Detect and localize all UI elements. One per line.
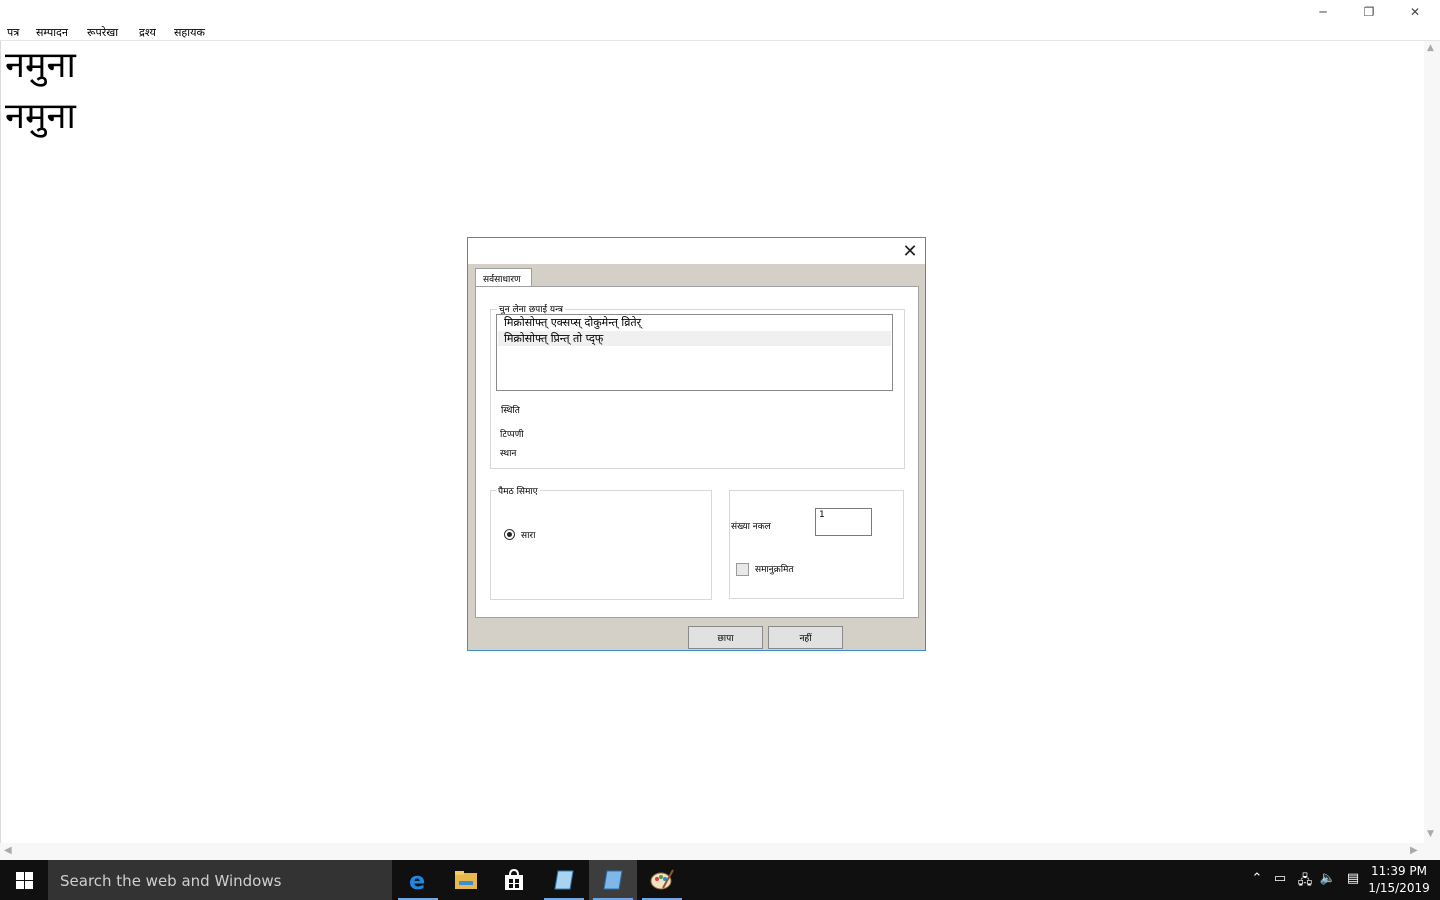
svg-text:e: e xyxy=(409,868,425,892)
store-icon xyxy=(505,869,523,890)
dialog-titlebar: ✕ xyxy=(468,238,925,264)
print-dialog: ✕ सर्वसाधारण चुन लेना छपाई यन्त्र मिक्रो… xyxy=(467,237,926,651)
minimize-button[interactable]: ─ xyxy=(1300,0,1346,23)
taskbar: Search the web and Windows e ⌃ ▭ 🖧 🔈 ▤ 1… xyxy=(0,860,1440,900)
copies-label: संख्या नकल xyxy=(731,522,771,532)
printer-list[interactable]: मिक्रोसोफ्त् एक्सप्स् दोकुमेन्त् व्रितेर… xyxy=(496,314,893,391)
taskbar-notepad[interactable] xyxy=(540,860,588,900)
action-center-icon[interactable]: ▤ xyxy=(1344,871,1362,886)
collate-label: समानुक्रमित xyxy=(755,565,794,575)
taskbar-store[interactable] xyxy=(490,860,538,900)
menu-help[interactable]: सहायक xyxy=(174,25,205,40)
network-icon[interactable]: 🖧 xyxy=(1296,871,1314,893)
menu-file[interactable]: पत्र xyxy=(7,25,19,40)
scroll-left-icon[interactable]: ◀ xyxy=(4,845,12,856)
taskbar-edge[interactable]: e xyxy=(394,860,442,900)
clock-time: 11:39 PM xyxy=(1371,864,1427,878)
notepad-icon xyxy=(554,870,574,890)
scroll-right-icon[interactable]: ▶ xyxy=(1410,845,1418,856)
menu-view[interactable]: द्रश्य xyxy=(139,25,156,40)
scroll-up-icon[interactable]: ▲ xyxy=(1427,43,1434,53)
windows-logo-icon xyxy=(15,871,33,889)
close-window-button[interactable]: ✕ xyxy=(1392,0,1438,23)
editor-icon xyxy=(603,870,623,890)
document-line: नमुना xyxy=(5,96,76,137)
menu-edit[interactable]: सम्पादन xyxy=(36,25,68,40)
page-range-groupbox xyxy=(490,490,712,600)
dialog-close-button[interactable]: ✕ xyxy=(896,238,924,264)
horizontal-scrollbar[interactable]: ◀ ▶ xyxy=(0,843,1440,860)
location-label: स्थान xyxy=(500,449,517,459)
start-button[interactable] xyxy=(0,860,48,900)
vertical-scrollbar[interactable]: ▲ ▼ xyxy=(1424,41,1440,843)
taskbar-editor-active[interactable] xyxy=(589,860,637,900)
edge-icon: e xyxy=(409,868,425,892)
scroll-down-icon[interactable]: ▼ xyxy=(1427,829,1434,839)
status-label: स्थिति xyxy=(501,406,520,416)
all-pages-radio[interactable] xyxy=(504,529,515,540)
printer-list-item[interactable]: मिक्रोसोफ्त् एक्सप्स् दोकुमेन्त् व्रितेर… xyxy=(498,315,891,330)
taskbar-paint[interactable] xyxy=(638,860,686,900)
file-explorer-icon xyxy=(455,871,477,889)
collate-checkbox[interactable] xyxy=(736,563,749,576)
clock-date: 1/15/2019 xyxy=(1368,881,1430,895)
tab-general[interactable]: सर्वसाधारण xyxy=(475,268,532,287)
menu-format[interactable]: रूपरेखा xyxy=(87,25,118,40)
show-hidden-icons-chevron-icon[interactable]: ⌃ xyxy=(1248,871,1266,886)
comment-label: टिप्पणी xyxy=(500,430,524,440)
taskbar-clock[interactable]: 11:39 PM 1/15/2019 xyxy=(1366,863,1432,897)
page-range-label: पैमठ सिमाए xyxy=(496,484,540,497)
copies-groupbox xyxy=(729,490,904,599)
printer-list-item-selected[interactable]: मिक्रोसोफ्त् प्रिन्त् तो प्द्फ् xyxy=(498,331,891,346)
touchpad-icon[interactable]: ▭ xyxy=(1271,871,1289,886)
copies-input[interactable]: 1 xyxy=(815,508,872,536)
taskbar-file-explorer[interactable] xyxy=(442,860,490,900)
cancel-button[interactable]: नहीं xyxy=(768,626,843,649)
paint-icon xyxy=(650,869,674,890)
all-pages-label: सारा xyxy=(521,531,536,541)
document-line: नमुना xyxy=(5,45,76,86)
window-titlebar: ─ ❐ ✕ xyxy=(0,0,1440,23)
print-button[interactable]: छापा xyxy=(688,626,763,649)
menu-bar: पत्र सम्पादन रूपरेखा द्रश्य सहायक xyxy=(0,23,1440,41)
volume-icon[interactable]: 🔈 xyxy=(1319,871,1337,886)
maximize-button[interactable]: ❐ xyxy=(1346,0,1392,23)
taskbar-search-box[interactable]: Search the web and Windows xyxy=(48,860,392,900)
